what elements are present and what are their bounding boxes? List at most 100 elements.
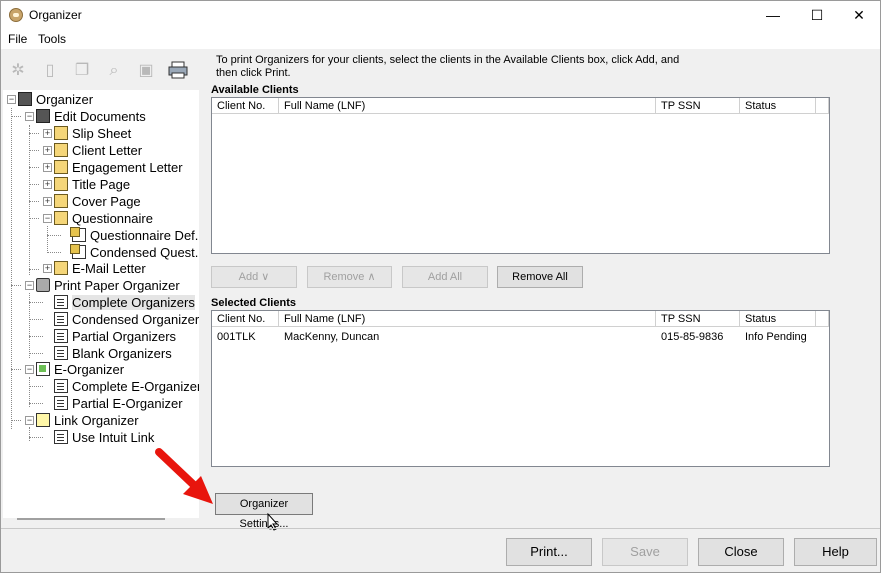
- printer-icon[interactable]: [168, 61, 188, 81]
- help-button[interactable]: Help: [794, 538, 877, 566]
- tree-item-partial-e-organizer[interactable]: Partial E-Organizer: [54, 395, 183, 412]
- tree-item-link-organizer[interactable]: Link Organizer: [36, 412, 139, 429]
- row-client-no[interactable]: 001TLK: [217, 330, 256, 344]
- tree-expander-engagement-letter[interactable]: +: [43, 163, 52, 172]
- tree-expander-print-paper[interactable]: −: [25, 281, 34, 290]
- document-icon: [54, 430, 68, 444]
- tree-item-client-letter[interactable]: Client Letter: [54, 142, 142, 159]
- toolbar: ✲ ▯ ❐ ⌕ ▣: [1, 49, 201, 89]
- row-tp-ssn[interactable]: 015-85-9836: [661, 330, 723, 344]
- folder-icon: [54, 143, 68, 157]
- documents-book-icon: [36, 109, 50, 123]
- selected-col-filler: [816, 311, 829, 327]
- organizer-book-icon: [18, 92, 32, 106]
- save-button[interactable]: Save: [602, 538, 688, 566]
- tree-expander-email-letter[interactable]: +: [43, 264, 52, 273]
- tree-item-title-page[interactable]: Title Page: [54, 176, 130, 193]
- sun-icon[interactable]: ✲: [8, 61, 28, 81]
- tree-expander-edit-documents[interactable]: −: [25, 112, 34, 121]
- tree-item-slip-sheet[interactable]: Slip Sheet: [54, 125, 131, 142]
- tree-expander-organizer[interactable]: −: [7, 95, 16, 104]
- folder-icon: [54, 261, 68, 275]
- document-icon: [54, 312, 68, 326]
- remove-button[interactable]: Remove ∧: [307, 266, 392, 288]
- window-title: Organizer: [29, 8, 82, 22]
- add-button[interactable]: Add ∨: [211, 266, 297, 288]
- folder-icon: [54, 160, 68, 174]
- selected-col-tp-ssn[interactable]: TP SSN: [656, 311, 740, 327]
- tree-expander-link-organizer[interactable]: −: [25, 416, 34, 425]
- remove-all-button[interactable]: Remove All: [497, 266, 583, 288]
- available-clients-title: Available Clients: [211, 84, 299, 96]
- copy-icon[interactable]: ❐: [72, 61, 92, 81]
- annotation-arrow-icon: [155, 448, 213, 504]
- questionnaire-doc-icon: [70, 244, 86, 259]
- tree-item-condensed-organizers[interactable]: Condensed Organizers: [54, 311, 199, 328]
- selected-col-full-name[interactable]: Full Name (LNF): [279, 311, 656, 327]
- tree-horizontal-scrollbar[interactable]: [17, 518, 165, 520]
- tree-expander-questionnaire[interactable]: −: [43, 214, 52, 223]
- row-status[interactable]: Info Pending: [745, 330, 807, 344]
- available-col-filler: [816, 98, 829, 114]
- organizer-settings-button[interactable]: Organizer Settings...: [215, 493, 313, 530]
- save-icon[interactable]: ▣: [136, 61, 156, 81]
- selected-clients-title: Selected Clients: [211, 297, 296, 309]
- selected-clients-list[interactable]: Client No. Full Name (LNF) TP SSN Status…: [211, 310, 830, 467]
- selected-col-status[interactable]: Status: [740, 311, 816, 327]
- tree-expander-client-letter[interactable]: +: [43, 146, 52, 155]
- tree-expander-slip-sheet[interactable]: +: [43, 129, 52, 138]
- add-all-button[interactable]: Add All: [402, 266, 488, 288]
- document-icon: [54, 346, 68, 360]
- available-col-client-no[interactable]: Client No.: [212, 98, 279, 114]
- available-col-full-name[interactable]: Full Name (LNF): [279, 98, 656, 114]
- organizer-app-icon: [9, 8, 23, 22]
- document-icon: [54, 379, 68, 393]
- e-organizer-icon: [36, 362, 50, 376]
- link-document-icon: [36, 413, 50, 427]
- menu-tools[interactable]: Tools: [38, 32, 66, 46]
- tree-item-edit-documents[interactable]: Edit Documents: [36, 108, 146, 125]
- folder-icon: [54, 177, 68, 191]
- menu-bar: File Tools: [1, 29, 880, 49]
- organizer-window: Organizer — ☐ ✕ File Tools ✲ ▯ ❐ ⌕ ▣ To …: [0, 0, 881, 573]
- tree-item-email-letter[interactable]: E-Mail Letter: [54, 260, 146, 277]
- tree-expander-e-organizer[interactable]: −: [25, 365, 34, 374]
- available-col-status[interactable]: Status: [740, 98, 816, 114]
- tree-item-cover-page[interactable]: Cover Page: [54, 193, 141, 210]
- folder-icon: [54, 211, 68, 225]
- tree-item-engagement-letter[interactable]: Engagement Letter: [54, 159, 183, 176]
- tree-item-questionnaire[interactable]: Questionnaire: [54, 210, 153, 227]
- selected-col-client-no[interactable]: Client No.: [212, 311, 279, 327]
- tree-item-blank-organizers[interactable]: Blank Organizers: [54, 345, 172, 362]
- document-icon: [54, 396, 68, 410]
- close-window-button[interactable]: ✕: [837, 1, 881, 29]
- available-clients-list[interactable]: Client No. Full Name (LNF) TP SSN Status: [211, 97, 830, 254]
- tree-item-partial-organizers[interactable]: Partial Organizers: [54, 328, 176, 345]
- close-button[interactable]: Close: [698, 538, 784, 566]
- available-col-tp-ssn[interactable]: TP SSN: [656, 98, 740, 114]
- tree-item-complete-organizers[interactable]: Complete Organizers: [54, 294, 195, 311]
- tree-expander-cover-page[interactable]: +: [43, 197, 52, 206]
- printer-icon: [36, 278, 50, 292]
- magnify-icon[interactable]: ⌕: [104, 61, 124, 81]
- tree-item-condensed-quest[interactable]: Condensed Quest.: [70, 244, 198, 261]
- title-bar: Organizer — ☐ ✕: [1, 1, 880, 29]
- folder-icon: [54, 126, 68, 140]
- document-icon[interactable]: ▯: [40, 61, 60, 81]
- tree-item-questionnaire-def[interactable]: Questionnaire Def.: [70, 227, 198, 244]
- tree-item-e-organizer[interactable]: E-Organizer: [36, 361, 124, 378]
- folder-icon: [54, 194, 68, 208]
- maximize-button[interactable]: ☐: [795, 1, 839, 29]
- menu-file[interactable]: File: [8, 32, 27, 46]
- questionnaire-doc-icon: [70, 227, 86, 242]
- row-full-name[interactable]: MacKenny, Duncan: [284, 330, 379, 344]
- tree-item-organizer[interactable]: Organizer: [18, 91, 93, 108]
- print-button[interactable]: Print...: [506, 538, 592, 566]
- tree-item-use-intuit-link[interactable]: Use Intuit Link: [54, 429, 154, 446]
- document-icon: [54, 329, 68, 343]
- document-icon: [54, 295, 68, 309]
- tree-item-complete-e-organizer[interactable]: Complete E-Organizer: [54, 378, 199, 395]
- tree-expander-title-page[interactable]: +: [43, 180, 52, 189]
- minimize-button[interactable]: —: [751, 1, 795, 29]
- tree-item-print-paper-organizer[interactable]: Print Paper Organizer: [36, 277, 180, 294]
